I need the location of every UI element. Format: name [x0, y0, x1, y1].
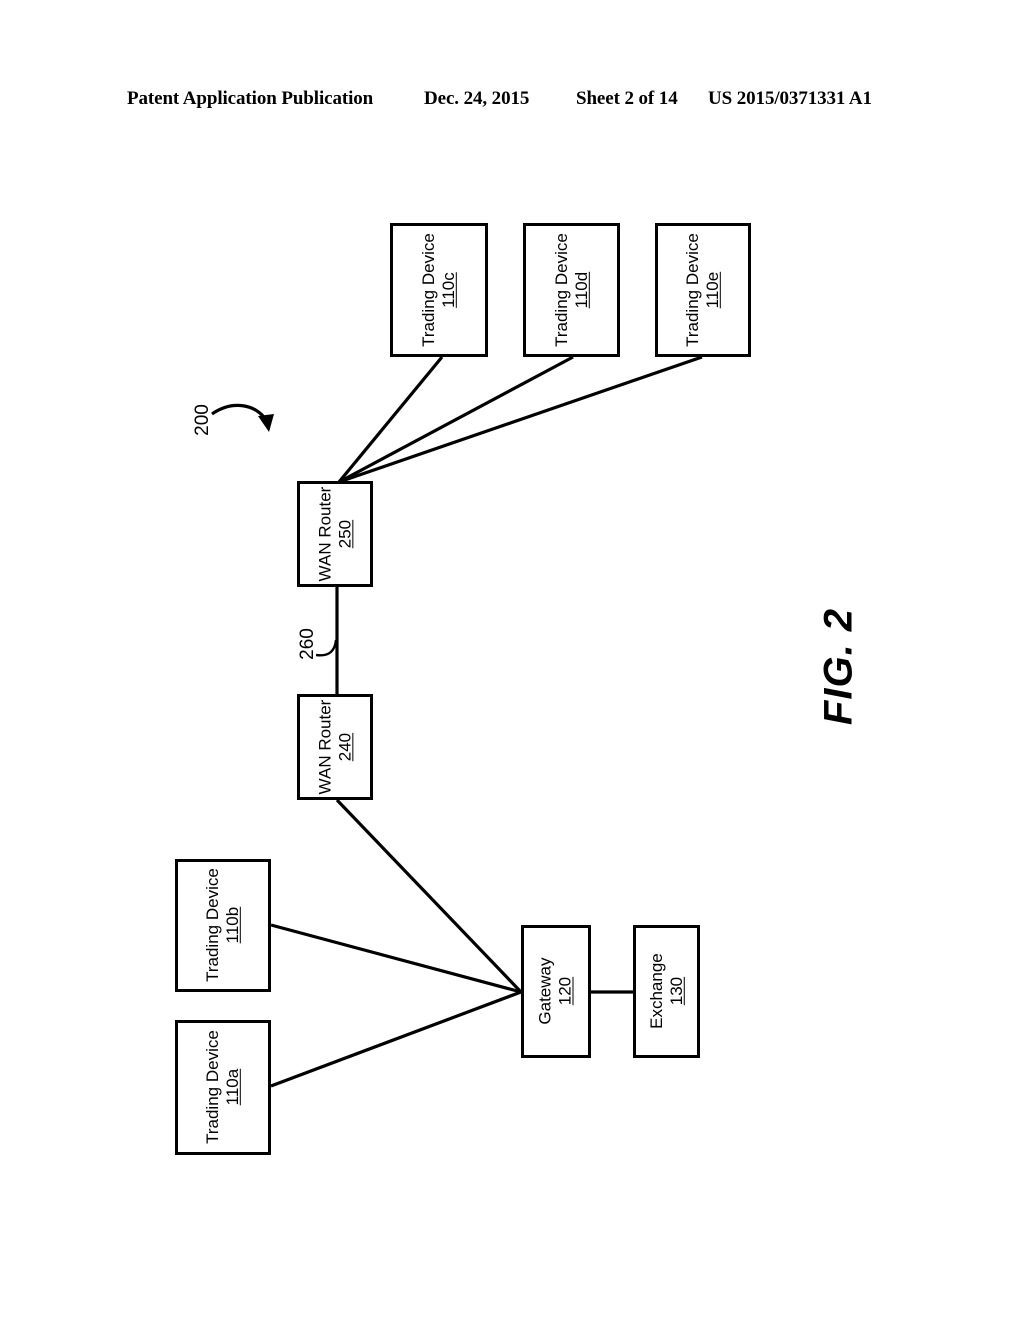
node-gateway-120[interactable]: Gateway 120: [521, 925, 591, 1058]
node-wan-router-240-title: WAN Router: [314, 699, 334, 795]
node-trading-device-110d-ref: 110d: [571, 271, 591, 309]
link-wan250-to-110e: [338, 355, 703, 484]
reference-200: 200: [192, 404, 213, 436]
node-trading-device-110d-text: Trading Device 110d: [551, 233, 591, 347]
link-wan240-to-gateway: [335, 798, 523, 994]
node-trading-device-110a-ref: 110a: [223, 1069, 243, 1106]
node-trading-device-110b-text: Trading Device 110b: [203, 869, 243, 983]
node-wan-router-240-ref: 240: [335, 732, 354, 762]
node-trading-device-110d[interactable]: Trading Device 110d: [523, 223, 620, 357]
node-wan-router-240-text: WAN Router 240: [315, 700, 355, 795]
node-gateway-120-title: Gateway: [535, 957, 555, 1026]
reference-260: 260: [297, 628, 318, 660]
node-trading-device-110e-text: Trading Device 110e: [683, 233, 723, 347]
patent-figure-page: Patent Application Publication Dec. 24, …: [0, 0, 1024, 1320]
node-trading-device-110b[interactable]: Trading Device 110b: [175, 859, 271, 992]
node-exchange-130-title: Exchange: [646, 953, 666, 1030]
node-trading-device-110e-ref: 110e: [703, 271, 723, 309]
node-exchange-130[interactable]: Exchange 130: [633, 925, 700, 1058]
node-gateway-120-ref: 120: [556, 977, 575, 1006]
figure-diagram: 200 260 FIG. 2 Trading Device 110c Tradi…: [0, 0, 1024, 1320]
node-wan-router-250-title: WAN Router: [314, 486, 334, 582]
node-trading-device-110c-text: Trading Device 110c: [419, 233, 459, 347]
node-trading-device-110d-title: Trading Device: [551, 233, 571, 347]
link-wan250-to-110d: [338, 355, 574, 484]
link-110a-to-gateway: [270, 990, 522, 1088]
node-wan-router-250[interactable]: WAN Router 250: [297, 481, 373, 587]
node-exchange-130-ref: 130: [666, 977, 686, 1006]
node-trading-device-110a-title: Trading Device: [202, 1030, 222, 1145]
node-trading-device-110b-ref: 110b: [223, 907, 243, 944]
node-gateway-120-text: Gateway 120: [536, 958, 576, 1025]
node-trading-device-110c[interactable]: Trading Device 110c: [390, 223, 488, 357]
node-wan-router-250-text: WAN Router 250: [315, 487, 355, 582]
node-trading-device-110b-title: Trading Device: [202, 868, 222, 983]
node-trading-device-110c-title: Trading Device: [418, 233, 438, 347]
connector-lines: [211, 355, 703, 1088]
node-trading-device-110e[interactable]: Trading Device 110e: [655, 223, 751, 357]
node-exchange-130-text: Exchange 130: [646, 954, 686, 1030]
node-trading-device-110e-title: Trading Device: [682, 233, 702, 347]
leader-260: [315, 639, 338, 657]
node-trading-device-110c-ref: 110c: [439, 272, 459, 308]
node-wan-router-240[interactable]: WAN Router 240: [297, 694, 373, 800]
node-wan-router-250-ref: 250: [335, 519, 354, 549]
figure-label: FIG. 2: [816, 607, 861, 726]
link-110b-to-gateway: [270, 923, 522, 994]
arrow-200: [211, 403, 274, 432]
node-trading-device-110a[interactable]: Trading Device 110a: [175, 1020, 271, 1155]
node-trading-device-110a-text: Trading Device 110a: [203, 1031, 243, 1145]
